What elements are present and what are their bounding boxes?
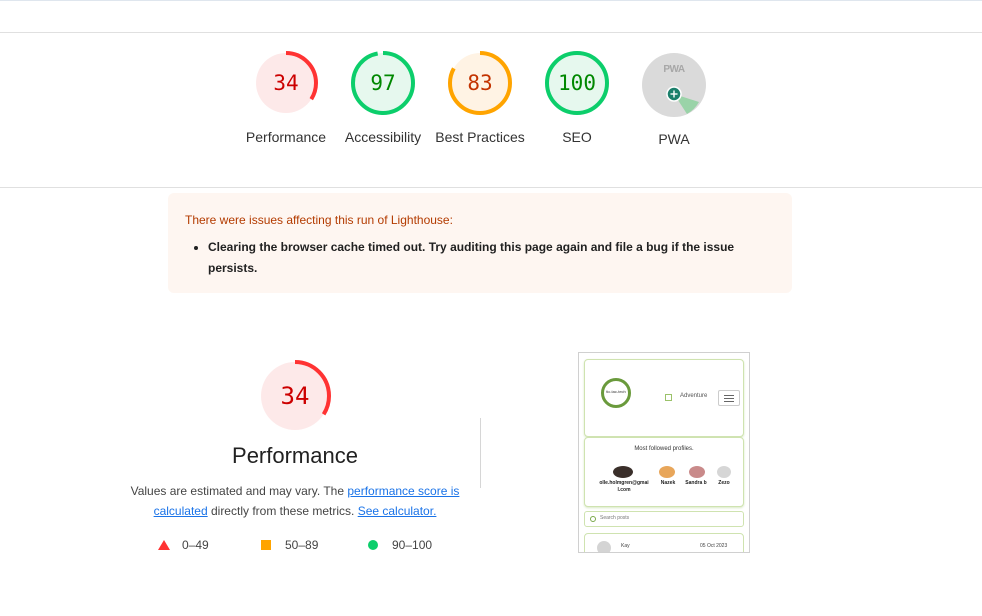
avatar	[717, 466, 731, 478]
gauge-score: 34	[273, 71, 299, 95]
desc-text-2: directly from these metrics.	[207, 504, 358, 518]
hamburger-icon	[718, 390, 740, 406]
site-logo: tic-tac-tech	[601, 378, 631, 408]
gauge-score: 97	[370, 71, 396, 95]
performance-gauge-large: 34	[245, 356, 345, 441]
adventure-icon	[665, 394, 672, 401]
avatar	[659, 466, 675, 478]
top-border	[0, 0, 982, 1]
see-calculator-link[interactable]: See calculator.	[358, 504, 437, 518]
header-divider	[0, 32, 982, 33]
search-icon	[590, 516, 596, 522]
avatar	[689, 466, 705, 478]
triangle-icon	[158, 540, 170, 550]
post-date: 05 Oct 2023	[700, 543, 728, 549]
performance-heading: Performance	[232, 443, 358, 468]
gauge-score: 100	[558, 71, 596, 95]
search-placeholder: Search posts	[600, 515, 630, 521]
screenshot-header: tic-tac-tech Adventure	[584, 359, 744, 437]
gauge-label: Accessibility	[344, 129, 422, 145]
gauge-seo[interactable]: 100 SEO	[527, 50, 627, 147]
most-followed-heading: Most followed profiles.	[634, 446, 694, 452]
nav-adventure: Adventure	[680, 393, 708, 399]
gauge-label: Performance	[245, 129, 327, 145]
profile-name: Zezo	[718, 480, 730, 486]
pwa-icon	[642, 53, 706, 117]
runtime-warning: There were issues affecting this run of …	[168, 193, 792, 293]
warning-item: Clearing the browser cache timed out. Tr…	[208, 237, 768, 279]
pwa-badge: PWA	[663, 64, 685, 75]
vertical-divider	[480, 418, 481, 488]
performance-score-large: 34	[280, 382, 310, 410]
most-followed-panel: Most followed profiles. olle.holmgren@gm…	[584, 437, 744, 507]
profile-name: olle.holmgren@gmai l.com	[599, 480, 649, 493]
gauge-best-practices[interactable]: 83 Best Practices	[430, 50, 530, 147]
search-posts: Search posts	[584, 511, 744, 527]
gauge-label: SEO	[562, 129, 592, 145]
legend-pass-range: 90–100	[392, 538, 433, 552]
square-icon	[261, 540, 271, 550]
gauge-accessibility[interactable]: 97 Accessibility	[333, 50, 433, 147]
gauge-performance[interactable]: 34 Performance	[236, 50, 336, 147]
logo-text: tic-tac-tech	[606, 389, 626, 394]
final-screenshot[interactable]: tic-tac-tech Adventure Most followed pro…	[578, 352, 750, 553]
avatar	[613, 466, 633, 478]
gauge-pwa[interactable]: PWA PWA	[624, 50, 724, 149]
gauge-score: 83	[467, 71, 493, 95]
performance-description: Values are estimated and may vary. The p…	[120, 481, 470, 521]
post-card: Kay 05 Oct 2023	[584, 533, 744, 552]
gauges-divider	[0, 187, 982, 188]
profile-name: Nazek	[660, 480, 676, 486]
desc-text: Values are estimated and may vary. The	[130, 484, 348, 498]
circle-icon	[368, 540, 378, 550]
gauge-label: Best Practices	[435, 129, 525, 145]
warning-title: There were issues affecting this run of …	[185, 213, 453, 227]
post-author: Kay	[621, 543, 630, 549]
legend-average-range: 50–89	[285, 538, 319, 552]
avatar	[597, 541, 611, 552]
legend-fail-range: 0–49	[182, 538, 209, 552]
gauge-label: PWA	[658, 131, 690, 147]
profile-name: Sandra b	[685, 480, 707, 486]
warning-list: Clearing the browser cache timed out. Tr…	[208, 237, 768, 279]
